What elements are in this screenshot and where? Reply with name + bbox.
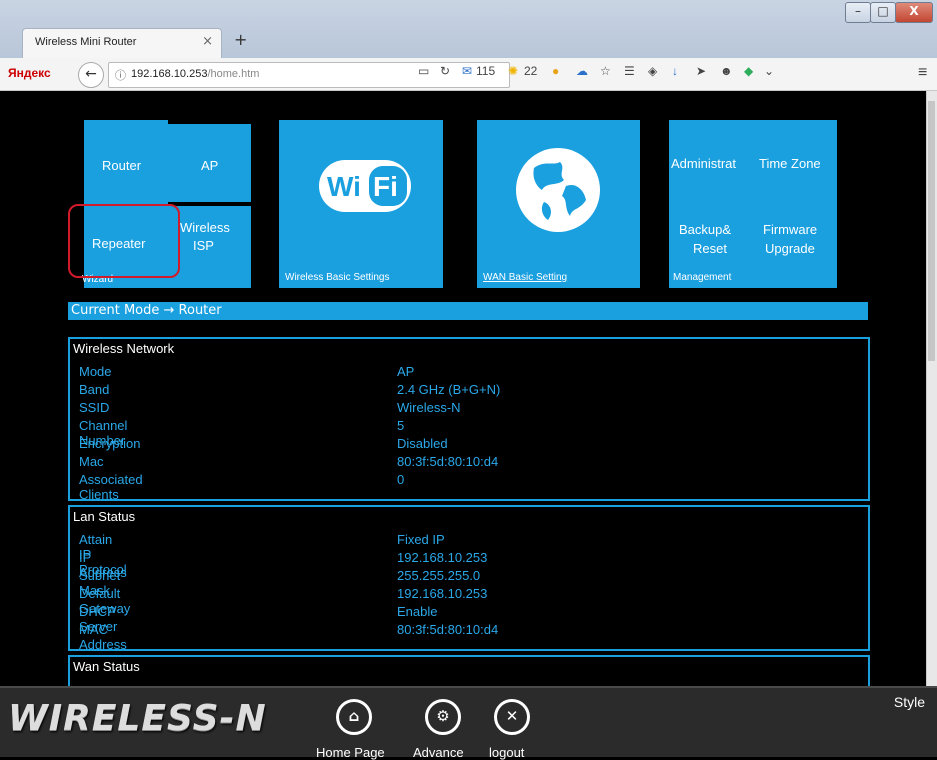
advance-link[interactable]: Advance — [413, 745, 464, 760]
management-tile: Administrat Time Zone Backup& Reset Firm… — [669, 120, 837, 288]
router-label: Router — [102, 158, 142, 173]
wifi-logo-icon: Wi Fi — [319, 160, 411, 212]
management-label: Management — [673, 272, 732, 283]
maximize-button[interactable]: □ — [870, 2, 896, 23]
bookmarks-list-icon[interactable]: ☰ — [624, 64, 635, 78]
current-mode-bar: Current Mode → Router — [68, 302, 868, 320]
window-controls: – □ X — [845, 2, 933, 23]
current-mode-text: Current Mode → Router — [71, 303, 222, 318]
back-arrow-icon[interactable]: ← — [78, 62, 104, 88]
wireless-network-title: Wireless Network — [73, 341, 175, 356]
administrat-button[interactable]: Administrat — [671, 156, 736, 171]
browser-tab[interactable]: Wireless Mini Router × — [22, 28, 222, 59]
wireless-basic-label: Wireless Basic Settings — [285, 272, 390, 283]
ap-tile[interactable]: AP — [168, 124, 251, 202]
mail-count[interactable]: 115 — [476, 64, 495, 78]
repeater-highlight — [68, 204, 180, 278]
firmware-upgrade-label-2[interactable]: Upgrade — [765, 241, 815, 256]
wan-status-title: Wan Status — [73, 659, 140, 674]
wan-basic-tile[interactable]: WAN Basic Setting — [477, 120, 640, 288]
wireless-basic-tile[interactable]: Wi Fi Wireless Basic Settings — [279, 120, 443, 288]
info-icon[interactable]: ⓘ — [115, 67, 126, 83]
wireless-isp-tile[interactable]: Wireless ISP — [168, 206, 251, 288]
svg-text:Fi: Fi — [373, 171, 398, 202]
logout-link[interactable]: logout — [489, 745, 524, 760]
reload-icon[interactable]: ↻ — [440, 64, 450, 78]
backup-reset-label-1[interactable]: Backup& — [679, 222, 731, 237]
router-tile[interactable]: Router — [84, 120, 168, 204]
lan-status-panel: Lan Status Attain IP Protocol Fixed IP IP… — [68, 505, 870, 652]
bookmark-star-icon[interactable]: ☆ — [600, 64, 611, 78]
page-scrollbar[interactable] — [926, 91, 937, 687]
lan-status-title: Lan Status — [73, 509, 136, 524]
browser-tab-bar: Wireless Mini Router × + – □ X — [0, 0, 937, 59]
backup-reset-label-2[interactable]: Reset — [693, 241, 727, 256]
extension-icon[interactable]: ● — [552, 64, 559, 78]
weather-sun-icon[interactable]: ✺ — [508, 64, 518, 78]
minimize-button[interactable]: – — [845, 2, 871, 23]
addon-icon[interactable]: ◆ — [744, 64, 753, 78]
overflow-chevron-icon[interactable]: ⌄ — [764, 64, 774, 78]
globe-icon — [516, 148, 600, 232]
mail-icon[interactable]: ✉ — [462, 64, 472, 78]
chat-icon[interactable]: ☻ — [720, 64, 733, 78]
download-icon[interactable]: ↓ — [672, 64, 678, 78]
pocket-icon[interactable]: ◈ — [648, 64, 657, 78]
wan-basic-link[interactable]: WAN Basic Setting — [483, 272, 567, 283]
wireless-isp-label-1: Wireless — [180, 220, 230, 235]
cloud-icon[interactable]: ☁ — [576, 64, 588, 78]
url-text: 192.168.10.253/home.htm — [131, 68, 260, 80]
bottom-navigation-bar: WIRELESS-N ⌂ Home Page ⚙ Advance ✕ logou… — [0, 686, 937, 760]
close-tab-icon[interactable]: × — [202, 34, 213, 49]
navigation-toolbar: Яндекс ← ⓘ 192.168.10.253/home.htm ▭ ↻ ✉… — [0, 58, 937, 91]
time-zone-button[interactable]: Time Zone — [759, 156, 821, 171]
wireless-isp-label-2: ISP — [193, 238, 214, 253]
svg-text:Wi: Wi — [327, 171, 361, 202]
reader-icon[interactable]: ▭ — [418, 64, 429, 78]
wireless-network-panel: Wireless Network Mode AP Band 2.4 GHz (B+G… — [68, 337, 870, 502]
style-link[interactable]: Style — [894, 694, 925, 710]
wireless-n-logo: WIRELESS-N — [8, 698, 267, 739]
tab-title: Wireless Mini Router — [35, 36, 137, 48]
ap-label: AP — [201, 158, 219, 173]
close-icon[interactable]: ✕ — [494, 699, 530, 735]
weather-temp[interactable]: 22 — [524, 64, 537, 78]
yandex-brand[interactable]: Яндекс — [8, 66, 51, 80]
close-window-button[interactable]: X — [895, 2, 933, 23]
gear-icon[interactable]: ⚙ — [425, 699, 461, 735]
firmware-upgrade-label-1[interactable]: Firmware — [763, 222, 817, 237]
scrollbar-thumb[interactable] — [928, 101, 935, 361]
new-tab-button[interactable]: + — [234, 30, 247, 49]
home-icon[interactable]: ⌂ — [336, 699, 372, 735]
home-page-link[interactable]: Home Page — [316, 745, 385, 760]
menu-icon[interactable]: ≡ — [918, 64, 927, 82]
send-icon[interactable]: ➤ — [696, 64, 706, 78]
